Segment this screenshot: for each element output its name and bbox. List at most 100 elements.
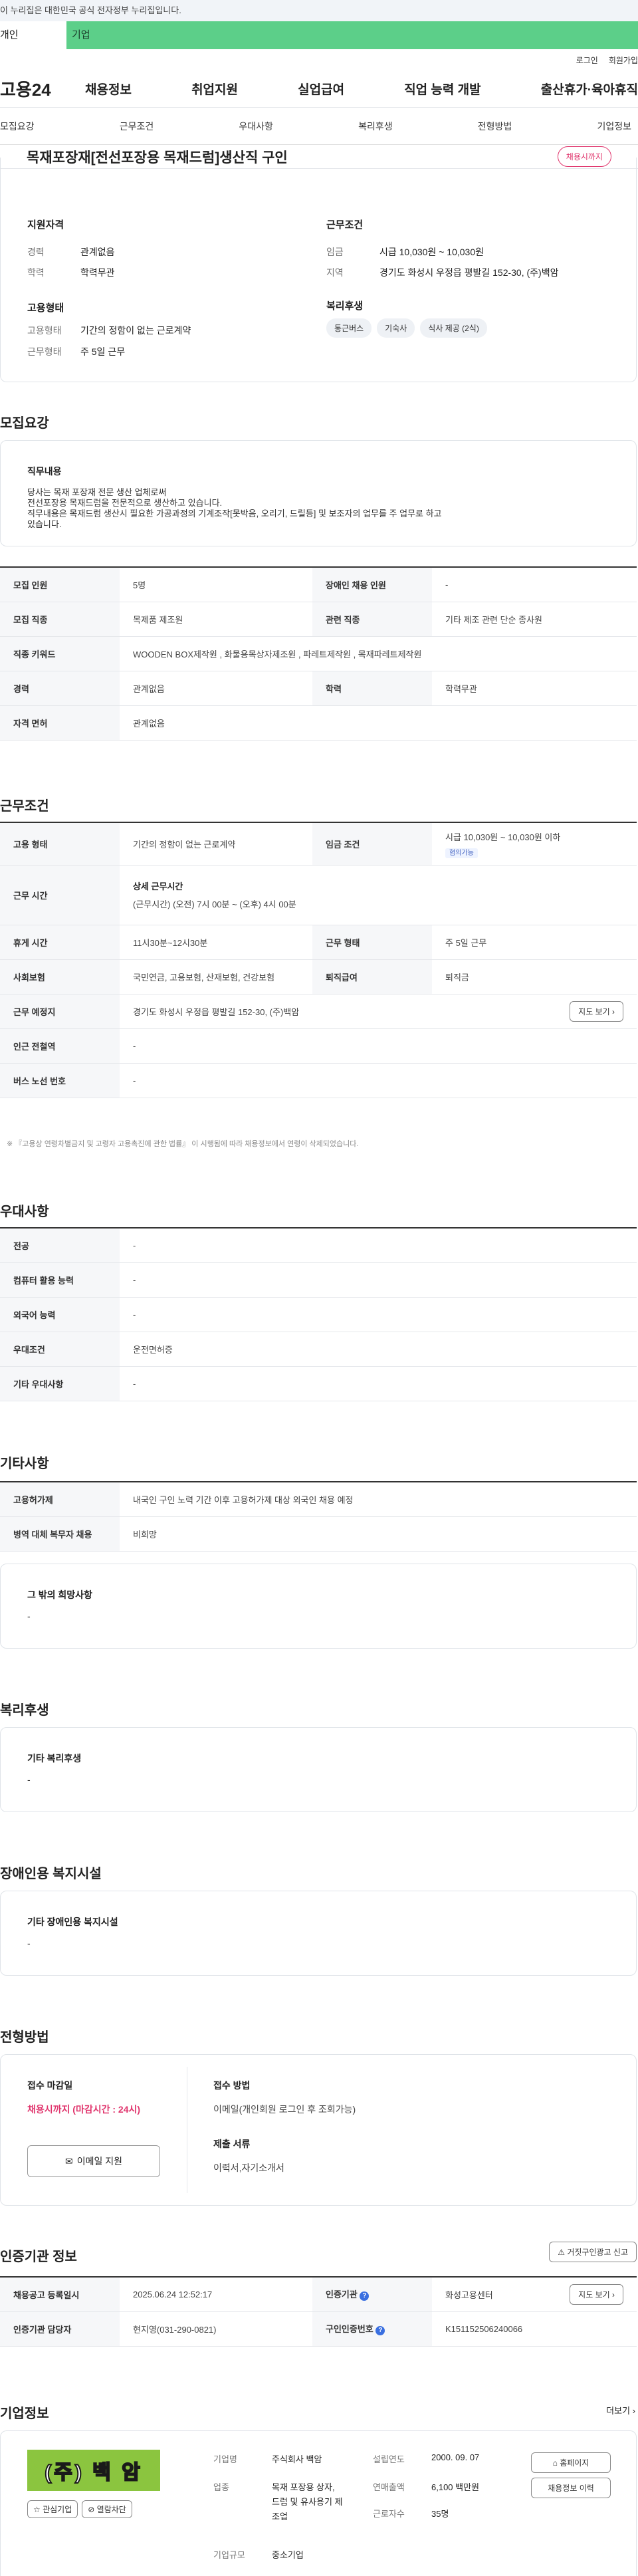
org-map-button[interactable]: 지도 보기 › (570, 2283, 623, 2305)
row-value: 현지영(031-290-0821) (120, 2311, 312, 2347)
row-value: 2025.06.24 12:52:17 (120, 2277, 312, 2312)
tab-company[interactable]: 기업 (66, 21, 638, 49)
method-value: 이메일(개인회원 로그인 후 조회가능) (213, 2104, 356, 2115)
section-pref: 우대사항 (0, 1205, 49, 1219)
other-value: - (27, 1611, 31, 1621)
fav-company-button[interactable]: ☆ 관심기업 (27, 2500, 78, 2518)
row-value: - (120, 1262, 637, 1298)
workcond-table: 고용 형태 기간의 정함이 없는 근로계약 임금 조건 시급 10,030원 ~ 10… (0, 822, 637, 1098)
login-link[interactable]: 로그인 (576, 55, 598, 66)
region-value: 경기도 화성시 우정읍 평발길 152-30, (주)백암 (379, 267, 559, 278)
table-row: 모집 인원 5명 장애인 채용 인원 - (0, 567, 637, 602)
row-value: 경기도 화성시 우정읍 평발길 152-30, (주)백암 지도 보기 › (120, 994, 637, 1029)
career-value: 관계없음 (80, 247, 115, 257)
info-icon[interactable]: ? (360, 2291, 370, 2301)
table-row: 채용공고 등록일시 2025.06.24 12:52:17 인증기관 ? 화성고용센터… (0, 2277, 637, 2312)
row-key: 자격 면허 (0, 705, 120, 741)
table-row: 고용 형태 기간의 정함이 없는 근로계약 임금 조건 시급 10,030원 ~ 10… (0, 822, 637, 866)
row-value: WOODEN BOX제작원 , 화물용목상자제조원 , 파레트제작원 , 목재파… (120, 636, 637, 671)
emptype-value: 기간의 정함이 없는 근로계약 (80, 325, 191, 336)
career-label: 경력 (27, 247, 45, 257)
duty-line: 전선포장용 목재드럼을 전문적으로 생산하고 있습니다. (27, 498, 223, 508)
duty-line: 당사는 목재 포장재 전문 생산 업체로써 (27, 487, 167, 497)
name-value: 주식회사 백암 (272, 2454, 322, 2464)
welfare-box: 기타 복리후생 - (0, 1727, 637, 1812)
place-value: 경기도 화성시 우정읍 평발길 152-30, (주)백암 (133, 1006, 300, 1017)
table-row: 근무 시간 상세 근무시간 (근무시간) (오전) 7시 00분 ~ (오후) 4시… (0, 865, 637, 925)
gnb-employment-support[interactable]: 취업지원 (191, 80, 238, 98)
row-key: 휴게 시간 (0, 925, 120, 960)
emp-title: 고용형태 (27, 302, 64, 314)
row-value: 상세 근무시간 (근무시간) (오전) 7시 00분 ~ (오후) 4시 00분 (120, 865, 637, 925)
row-key: 고용 형태 (0, 822, 120, 866)
snb-pref[interactable]: 우대사항 (239, 120, 273, 133)
row-key: 고용허가제 (0, 1482, 120, 1517)
welfare-box-value: - (27, 1774, 31, 1785)
row-key: 우대조건 (0, 1332, 120, 1367)
table-row: 인증기관 담당자 현지영(031-290-0821) 구인인증번호 ? K151152… (0, 2311, 637, 2347)
row-key: 인근 전철역 (0, 1028, 120, 1064)
snb-recruit[interactable]: 모집요강 (0, 120, 35, 133)
table-row: 기타 우대사항 - (0, 1366, 637, 1401)
section-etc: 기타사항 (0, 1457, 49, 1471)
table-row: 병역 대체 복무자 채용 비희망 (0, 1516, 637, 1552)
join-link[interactable]: 회원가입 (609, 55, 638, 66)
row-key: 임금 조건 (312, 822, 432, 866)
deadline-value: 채용시까지 (마감시간 : 24시) (27, 2104, 141, 2115)
gnb-leave[interactable]: 출산휴가·육아휴직 (541, 80, 638, 98)
welfare-chip: 식사 제공 (2식) (420, 318, 487, 338)
gnb-unemployment-benefit[interactable]: 실업급여 (298, 80, 344, 98)
row-key: 외국어 능력 (0, 1297, 120, 1332)
table-row: 버스 노선 번호 - (0, 1063, 637, 1098)
disabled-box: 기타 장애인용 복지시설 - (0, 1891, 637, 1976)
row-value: K151152506240066 (432, 2311, 637, 2347)
email-apply-button[interactable]: ✉ 이메일 지원 (27, 2145, 160, 2177)
row-key: 인증기관 담당자 (0, 2311, 120, 2347)
welfare-chip: 기숙사 (377, 318, 415, 338)
edu-value: 학력무관 (80, 267, 115, 278)
gnb-jobs[interactable]: 채용정보 (85, 80, 132, 98)
info-icon[interactable]: ? (375, 2326, 385, 2335)
snb-company[interactable]: 기업정보 (597, 120, 631, 133)
row-key: 모집 인원 (0, 567, 120, 602)
method-title: 접수 방법 (213, 2080, 251, 2091)
row-key: 병역 대체 복무자 채용 (0, 1516, 120, 1552)
alert-icon: ⚠ (558, 2248, 568, 2257)
map-button[interactable]: 지도 보기 › (570, 1000, 623, 1022)
row-key: 채용공고 등록일시 (0, 2277, 120, 2312)
homepage-button[interactable]: ⌂ 홈페이지 (531, 2452, 611, 2473)
hours-value: (근무시간) (오전) 7시 00분 ~ (오후) 4시 00분 (133, 899, 296, 909)
row-value: 운전면허증 (120, 1332, 637, 1367)
snb-screening[interactable]: 전형방법 (478, 120, 512, 133)
tab-personal[interactable]: 개인 (0, 21, 66, 49)
company-logo: (주) 백 암 (27, 2450, 160, 2491)
company-more-link[interactable]: 더보기 › (606, 2404, 635, 2416)
table-row: 우대조건 운전면허증 (0, 1332, 637, 1367)
snb-welfare[interactable]: 복리후생 (358, 120, 393, 133)
cert-table: 채용공고 등록일시 2025.06.24 12:52:17 인증기관 ? 화성고용센터… (0, 2276, 637, 2347)
row-value: 기간의 정함이 없는 근로계약 (120, 822, 312, 866)
row-value: - (120, 1063, 637, 1098)
false-ad-report-button[interactable]: ⚠ 거짓구인광고 신고 (549, 2242, 637, 2262)
row-value: 퇴직금 (432, 959, 637, 995)
block-company-button[interactable]: ⊘ 열람차단 (82, 2500, 132, 2518)
hours-title: 상세 근무시간 (133, 881, 183, 891)
welfare-title: 복리후생 (326, 300, 364, 312)
history-button[interactable]: 채용정보 이력 (531, 2478, 611, 2498)
worktype-value: 주 5일 근무 (80, 346, 126, 357)
site-logo[interactable]: 고용24 (0, 76, 66, 101)
row-key: 버스 노선 번호 (0, 1063, 120, 1098)
row-value: 주 5일 근무 (432, 925, 637, 960)
section-disabled: 장애인용 복지시설 (0, 1867, 102, 1881)
snb-workcond[interactable]: 근무조건 (120, 120, 154, 133)
row-key: 학력 (312, 671, 432, 706)
gnb-training[interactable]: 직업 능력 개발 (404, 80, 480, 98)
section-recruit: 모집요강 (0, 416, 49, 431)
deadline-title: 접수 마감일 (27, 2080, 73, 2091)
section-workcond: 근무조건 (0, 799, 49, 814)
table-row: 사회보험 국민연금, 고용보험, 산재보험, 건강보험 퇴직급여 퇴직금 (0, 959, 637, 995)
biz-label: 업종 (213, 2482, 229, 2492)
section-welfare: 복리후생 (0, 1703, 49, 1718)
row-key: 장애인 채용 인원 (312, 567, 432, 602)
scale-value: 중소기업 (272, 2550, 304, 2560)
